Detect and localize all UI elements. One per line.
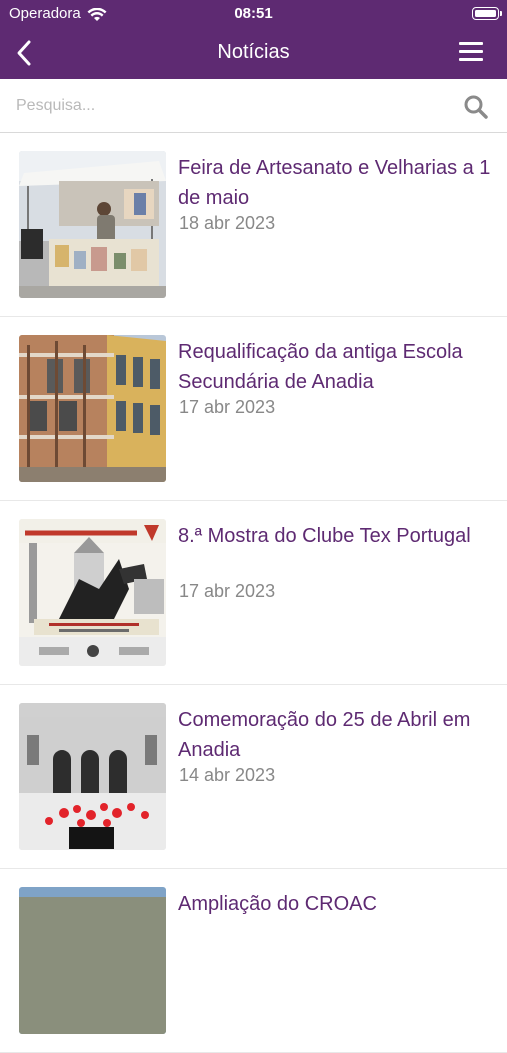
news-thumbnail: [19, 519, 166, 666]
search-icon[interactable]: [463, 94, 489, 120]
news-thumbnail: [19, 703, 166, 850]
news-item[interactable]: Ampliação do CROAC: [0, 869, 507, 1053]
news-thumbnail: [19, 887, 166, 1034]
news-title: Feira de Artesanato e Velharias a 1 de m…: [178, 157, 491, 209]
news-thumbnail: [19, 335, 166, 482]
news-item[interactable]: 8.ª Mostra do Clube Tex Portugal 17 abr …: [0, 501, 507, 685]
news-date: 17 abr 2023: [179, 581, 276, 601]
news-item[interactable]: Feira de Artesanato e Velharias a 1 de m…: [0, 133, 507, 317]
news-title: Requalificação da antiga Escola Secundár…: [178, 341, 463, 393]
news-item[interactable]: Requalificação da antiga Escola Secundár…: [0, 317, 507, 501]
news-date: 17 abr 2023: [179, 397, 276, 417]
status-bar: Operadora 08:51: [0, 5, 507, 25]
news-title: 8.ª Mostra do Clube Tex Portugal: [178, 525, 471, 547]
search-input[interactable]: [14, 89, 448, 123]
status-time: 08:51: [234, 5, 273, 22]
battery-icon: [472, 7, 502, 20]
news-title: Comemoração do 25 de Abril em Anadia: [178, 709, 471, 761]
app-header: Operadora 08:51 Notícias: [0, 0, 507, 79]
hamburger-menu-icon[interactable]: [459, 42, 483, 62]
news-date: 18 abr 2023: [179, 213, 276, 233]
news-title: Ampliação do CROAC: [178, 893, 377, 915]
search-bar: [0, 79, 507, 133]
news-item[interactable]: Comemoração do 25 de Abril em Anadia 14 …: [0, 685, 507, 869]
news-thumbnail: [19, 151, 166, 298]
news-date: 14 abr 2023: [179, 765, 276, 785]
news-list: Feira de Artesanato e Velharias a 1 de m…: [0, 133, 507, 1053]
page-title: Notícias: [217, 41, 290, 63]
